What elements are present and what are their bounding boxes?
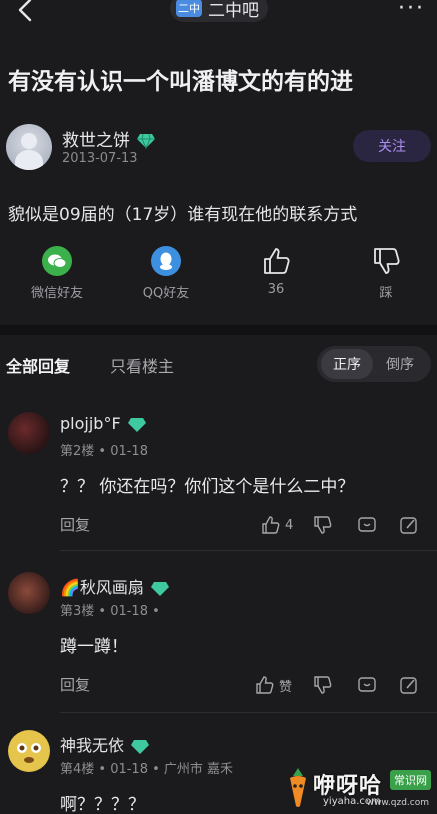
gem-icon <box>137 133 155 149</box>
author-name[interactable]: 救世之饼 <box>62 126 156 151</box>
reply-separator <box>60 712 437 713</box>
emoji-comment-icon <box>358 677 376 692</box>
reply-author-text: 🌈秋风画扇 <box>60 578 144 597</box>
reply-meta: 第2楼 • 01-18 <box>60 444 148 459</box>
reply-like-button[interactable]: 4 <box>261 514 293 536</box>
edit-icon <box>400 517 417 534</box>
section-divider <box>0 325 437 335</box>
follow-button[interactable]: 关注 <box>353 130 431 162</box>
reply-edit-button[interactable] <box>399 674 419 696</box>
dislike-button[interactable]: 踩 <box>341 246 431 301</box>
reply-separator <box>60 550 437 551</box>
reply-text: 啊？？？？ <box>60 795 145 814</box>
reply-button[interactable]: 回复 <box>60 514 90 535</box>
reply-meta: 第3楼 • 01-18 • <box>60 604 160 619</box>
share-qq-button[interactable]: QQ好友 <box>121 246 211 301</box>
post-title: 有没有认识一个叫潘博文的有的进 <box>8 69 353 95</box>
reply-tools: 赞 <box>256 674 431 698</box>
wechat-label: 微信好友 <box>30 286 83 301</box>
like-count: 36 <box>267 282 285 297</box>
author-name-text: 救世之饼 <box>62 131 130 151</box>
edit-icon <box>400 677 417 694</box>
sort-toggle: 正序 倒序 <box>317 346 431 382</box>
reply-text: ？？ 你还在吗？你们这个是什么二中？ <box>60 477 355 497</box>
post-date: 2013-07-13 <box>62 151 138 166</box>
reply-meta: 第4楼 • 01-18 • 广州市 嘉禾 <box>60 762 234 777</box>
reply-like-count: 4 <box>285 517 294 533</box>
top-bar: 二中 二中吧 ··· <box>0 0 437 30</box>
qq-label: QQ好友 <box>142 286 190 301</box>
thumbs-down-icon <box>314 676 332 694</box>
tab-all-replies[interactable]: 全部回复 <box>6 353 70 377</box>
reply-like-label: 赞 <box>279 679 293 695</box>
reply-emoji-button[interactable] <box>357 674 377 696</box>
post-content: 貌似是09届的（17岁）谁有现在他的联系方式 <box>8 205 358 225</box>
reply-edit-button[interactable] <box>399 514 419 536</box>
reply-author[interactable]: plojjb°F <box>60 414 147 433</box>
reply-like-button[interactable]: 赞 <box>255 674 292 696</box>
dislike-label: 踩 <box>379 286 393 301</box>
reply-dislike-button[interactable] <box>313 514 333 536</box>
author-row: 救世之饼 2013-07-13 关注 <box>6 124 431 174</box>
gem-icon <box>131 739 150 754</box>
more-icon[interactable]: ··· <box>398 0 425 21</box>
thumbs-up-icon <box>262 516 280 534</box>
qq-icon <box>151 246 181 276</box>
avatar[interactable] <box>6 124 52 170</box>
reply-tabs: 全部回复 只看楼主 正序 倒序 <box>0 342 437 384</box>
reply-tools: 4 <box>261 514 431 538</box>
carrot-logo-icon <box>290 768 306 807</box>
reply-author-text: 神我无依 <box>60 736 125 755</box>
reply-author-text: plojjb°F <box>60 414 121 433</box>
sort-asc-button[interactable]: 正序 <box>321 349 373 379</box>
avatar[interactable] <box>8 730 50 772</box>
action-bar: 微信好友 QQ好友 36 踩 <box>0 246 437 306</box>
back-icon[interactable] <box>14 0 38 24</box>
watermark: 咿呀哈 常识网 yiyaha.com www.qzd.com <box>283 762 435 812</box>
wechat-icon <box>42 246 72 276</box>
watermark-badge: 常识网 <box>390 770 431 790</box>
tab-op-only[interactable]: 只看楼主 <box>110 353 174 377</box>
gem-icon <box>150 581 169 596</box>
reply-text: 蹲一蹲！ <box>60 637 128 657</box>
thumbs-down-icon <box>314 516 332 534</box>
reply-button[interactable]: 回复 <box>60 674 90 695</box>
avatar[interactable] <box>8 572 50 614</box>
thumbs-up-icon <box>264 248 290 274</box>
reply-emoji-button[interactable] <box>357 514 377 536</box>
reply-dislike-button[interactable] <box>313 674 333 696</box>
avatar[interactable] <box>8 412 50 454</box>
thumbs-down-icon <box>374 248 400 274</box>
sort-desc-button[interactable]: 倒序 <box>375 349 425 379</box>
share-wechat-button[interactable]: 微信好友 <box>12 246 102 301</box>
reply-author[interactable]: 神我无依 <box>60 732 150 756</box>
forum-pill[interactable]: 二中 二中吧 <box>170 0 268 22</box>
reply-author[interactable]: 🌈秋风画扇 <box>60 574 170 598</box>
emoji-comment-icon <box>358 517 376 532</box>
emoji-face-icon <box>9 731 49 771</box>
like-button[interactable]: 36 <box>231 246 321 297</box>
forum-logo: 二中 <box>176 0 202 17</box>
forum-name: 二中吧 <box>208 0 259 21</box>
watermark-url-secondary: www.qzd.com <box>366 798 429 808</box>
gem-icon <box>127 417 146 432</box>
thumbs-up-icon <box>256 676 274 694</box>
